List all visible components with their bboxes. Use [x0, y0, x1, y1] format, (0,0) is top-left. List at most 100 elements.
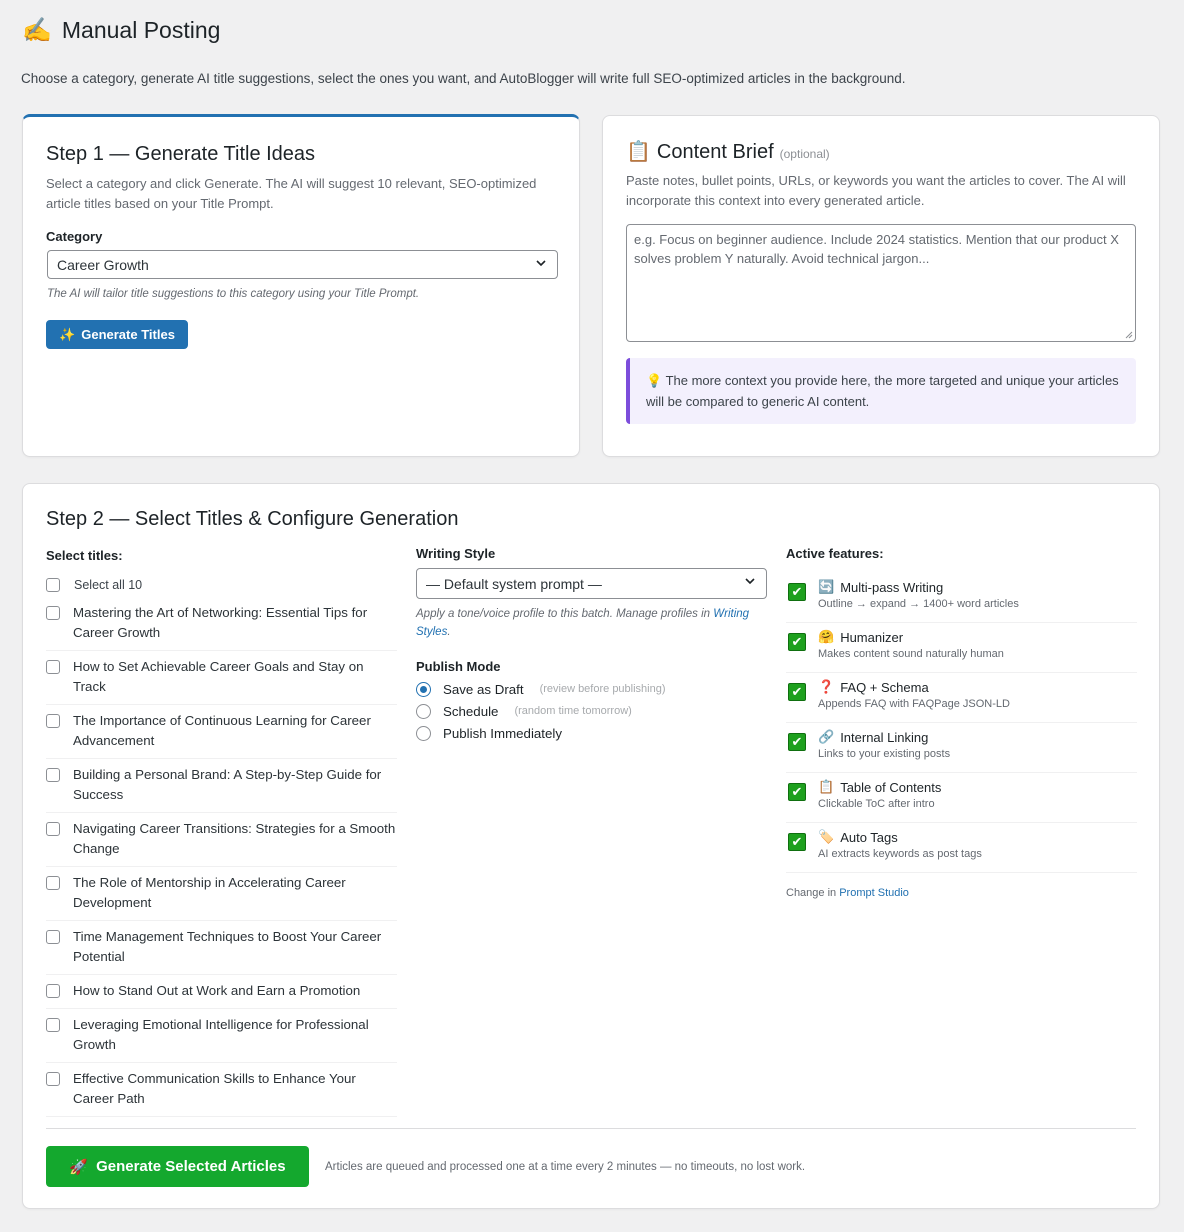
title-option-label: Building a Personal Brand: A Step-by-Ste… [73, 767, 382, 802]
rocket-icon: 🚀 [69, 1158, 89, 1176]
publish-mode-option[interactable]: Publish Immediately [416, 722, 768, 744]
feature-description: Makes content sound naturally human [818, 648, 1004, 660]
feature-icon: ❓ [818, 679, 835, 694]
title-checkbox[interactable] [46, 714, 60, 728]
generate-titles-label: Generate Titles [81, 327, 175, 342]
title-option[interactable]: How to Stand Out at Work and Earn a Prom… [46, 975, 397, 1009]
feature-item: ✔ ❓ FAQ + Schema Appends FAQ with FAQPage J… [786, 673, 1137, 723]
writing-hand-icon: ✍️ [22, 17, 52, 44]
chevron-down-icon [745, 578, 755, 585]
feature-name: Internal Linking [840, 729, 929, 745]
change-in-note: Change in Prompt Studio [786, 887, 1137, 899]
feature-description: Clickable ToC after intro [818, 798, 935, 810]
publish-mode-option[interactable]: Schedule (random time tomorrow) [416, 700, 768, 722]
title-option-label: Leveraging Emotional Intelligence for Pr… [73, 1017, 369, 1052]
title-checkbox[interactable] [46, 930, 60, 944]
publish-mode-label: Publish Immediately [443, 725, 562, 741]
title-checkbox[interactable] [46, 660, 60, 674]
writing-style-hint-end: . [447, 626, 451, 638]
checkmark-icon: ✔ [788, 783, 806, 801]
step2-title: Step 2 — Select Titles & Configure Gener… [46, 508, 459, 530]
content-brief-textarea[interactable]: e.g. Focus on beginner audience. Include… [626, 224, 1136, 342]
checkmark-icon: ✔ [788, 733, 806, 751]
category-select-value: Career Growth [57, 256, 149, 273]
title-option[interactable]: Navigating Career Transitions: Strategie… [46, 813, 397, 867]
writing-style-hint: Apply a tone/voice profile to this batch… [416, 605, 768, 641]
feature-icon: 🔗 [818, 729, 835, 744]
title-option[interactable]: How to Set Achievable Career Goals and S… [46, 651, 397, 705]
sparkles-icon: ✨ [59, 326, 76, 342]
title-option-label: Mastering the Art of Networking: Essenti… [73, 605, 368, 640]
category-label: Category [46, 229, 103, 244]
title-option-label: How to Set Achievable Career Goals and S… [73, 659, 364, 694]
feature-item: ✔ 📋 Table of Contents Clickable ToC after i… [786, 773, 1137, 823]
content-brief-card: 📋 Content Brief (optional) Paste notes, … [602, 115, 1160, 457]
publish-mode-label: Schedule [443, 703, 499, 719]
content-brief-title: 📋 Content Brief (optional) [626, 139, 830, 164]
feature-description: AI extracts keywords as post tags [818, 848, 982, 860]
category-select[interactable]: Career Growth [47, 250, 558, 279]
title-checkbox[interactable] [46, 822, 60, 836]
title-option[interactable]: Leveraging Emotional Intelligence for Pr… [46, 1009, 397, 1063]
feature-description: Links to your existing posts [818, 748, 951, 760]
category-hint: The AI will tailor title suggestions to … [47, 288, 420, 300]
title-option[interactable]: Building a Personal Brand: A Step-by-Ste… [46, 759, 397, 813]
title-option-label: The Role of Mentorship in Accelerating C… [73, 875, 346, 910]
resize-grip-icon[interactable] [1125, 331, 1133, 339]
step1-description: Select a category and click Generate. Th… [46, 176, 537, 211]
title-option[interactable]: The Importance of Continuous Learning fo… [46, 705, 397, 759]
prompt-studio-link[interactable]: Prompt Studio [839, 887, 909, 899]
select-all-checkbox[interactable] [46, 578, 60, 592]
publish-mode-radio[interactable] [416, 681, 431, 697]
feature-name: Auto Tags [840, 829, 898, 845]
title-option-label: Navigating Career Transitions: Strategie… [73, 821, 396, 856]
writing-style-select[interactable]: — Default system prompt — [416, 568, 767, 599]
title-checkbox[interactable] [46, 876, 60, 890]
generate-titles-button[interactable]: ✨ Generate Titles [46, 320, 188, 349]
active-features-label: Active features: [786, 546, 884, 561]
title-checkbox[interactable] [46, 768, 60, 782]
content-brief-description: Paste notes, bullet points, URLs, or key… [626, 173, 1126, 208]
select-all-row[interactable]: Select all 10 [46, 573, 397, 597]
select-titles-label: Select titles: [46, 548, 123, 563]
publish-mode-radio[interactable] [416, 703, 431, 719]
feature-item: ✔ 🔄 Multi-pass Writing Outline → expand → 1… [786, 573, 1137, 623]
title-checkbox[interactable] [46, 1072, 60, 1086]
chevron-down-icon [536, 260, 546, 267]
title-list: Select all 10 Mastering the Art of Netwo… [46, 573, 397, 1117]
title-option[interactable]: Effective Communication Skills to Enhanc… [46, 1063, 397, 1117]
generate-articles-label: Generate Selected Articles [96, 1158, 286, 1175]
step2-card: Step 2 — Select Titles & Configure Gener… [22, 483, 1160, 1209]
title-option[interactable]: Time Management Techniques to Boost Your… [46, 921, 397, 975]
publish-mode-label: Publish Mode [416, 659, 501, 674]
page-intro: Choose a category, generate AI title sug… [21, 71, 906, 86]
page-title-text: Manual Posting [61, 17, 221, 43]
divider [46, 1128, 1136, 1129]
title-checkbox[interactable] [46, 1018, 60, 1032]
generation-settings: Writing Style — Default system prompt — … [416, 546, 768, 744]
lightbulb-icon: 💡 [646, 373, 663, 388]
title-option[interactable]: The Role of Mentorship in Accelerating C… [46, 867, 397, 921]
feature-icon: 🤗 [818, 629, 835, 644]
feature-description: Appends FAQ with FAQPage JSON-LD [818, 698, 1010, 710]
title-checkbox[interactable] [46, 984, 60, 998]
feature-item: ✔ 🔗 Internal Linking Links to your existing… [786, 723, 1137, 773]
step1-card: Step 1 — Generate Title Ideas Select a c… [22, 114, 580, 457]
feature-icon: 🏷️ [818, 829, 835, 844]
clipboard-icon: 📋 [626, 141, 651, 163]
generate-articles-button[interactable]: 🚀 Generate Selected Articles [46, 1146, 309, 1187]
publish-mode-option[interactable]: Save as Draft (review before publishing) [416, 678, 768, 700]
title-option[interactable]: Mastering the Art of Networking: Essenti… [46, 597, 397, 651]
title-checkbox[interactable] [46, 606, 60, 620]
writing-style-hint-text: Apply a tone/voice profile to this batch… [416, 608, 714, 620]
feature-name: FAQ + Schema [840, 679, 929, 695]
title-option-label: The Importance of Continuous Learning fo… [73, 713, 371, 748]
feature-icon: 🔄 [818, 579, 835, 594]
checkmark-icon: ✔ [788, 683, 806, 701]
checkmark-icon: ✔ [788, 633, 806, 651]
feature-name: Humanizer [840, 629, 904, 645]
feature-item: ✔ 🤗 Humanizer Makes content sound naturally… [786, 623, 1137, 673]
publish-mode-radio[interactable] [416, 725, 431, 741]
context-tip-text: The more context you provide here, the m… [646, 373, 1119, 409]
checkmark-icon: ✔ [788, 583, 806, 601]
